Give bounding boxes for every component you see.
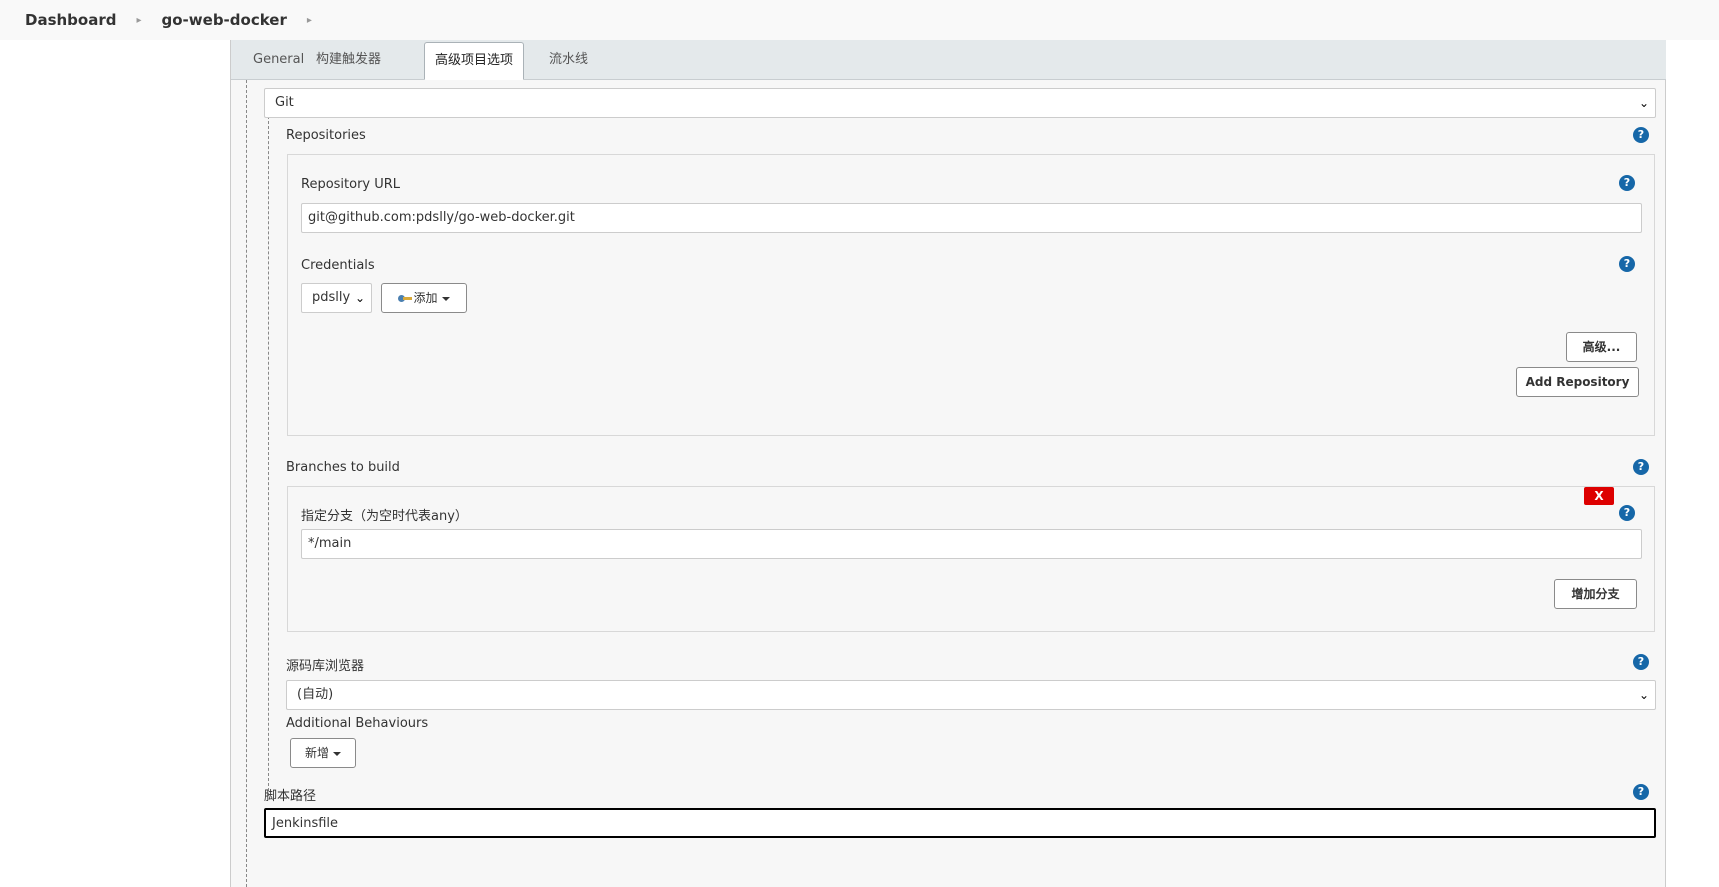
additional-behaviours-label: Additional Behaviours <box>286 716 429 731</box>
breadcrumb: Dashboard ▸ go-web-docker ▸ <box>0 0 1719 40</box>
delete-branch-button[interactable]: X <box>1584 487 1614 505</box>
help-icon[interactable]: ? <box>1633 127 1649 143</box>
breadcrumb-separator-icon[interactable]: ▸ <box>307 15 312 26</box>
credentials-select-value: pdslly <box>312 290 351 305</box>
section-guide-line <box>268 116 269 796</box>
scm-select[interactable]: Git ⌄ <box>264 88 1656 118</box>
help-icon[interactable]: ? <box>1619 505 1635 521</box>
caret-down-icon <box>441 296 450 301</box>
help-icon[interactable]: ? <box>1633 459 1649 475</box>
branch-specifier-label: 指定分支（为空时代表any） <box>301 509 468 524</box>
tab-advanced-project-options[interactable]: 高级项目选项 <box>424 42 525 80</box>
breadcrumb-dashboard[interactable]: Dashboard <box>25 11 116 29</box>
chevron-down-icon: ⌄ <box>354 291 365 305</box>
repository-url-label: Repository URL <box>301 177 401 192</box>
config-tab-bar: General 构建触发器 高级项目选项 流水线 <box>231 40 1666 80</box>
repository-url-input[interactable]: git@github.com:pdslly/go-web-docker.git <box>301 203 1642 233</box>
add-credentials-label: 添加 <box>413 291 438 305</box>
chevron-down-icon: ⌄ <box>1638 688 1649 702</box>
help-icon[interactable]: ? <box>1619 175 1635 191</box>
breadcrumb-project[interactable]: go-web-docker <box>162 11 287 29</box>
credentials-select[interactable]: pdslly ⌄ <box>301 283 372 313</box>
scm-select-value: Git <box>275 95 294 110</box>
repository-browser-label: 源码库浏览器 <box>286 659 365 674</box>
repository-panel: Repository URL ? git@github.com:pdslly/g… <box>287 154 1655 436</box>
caret-down-icon <box>333 751 341 756</box>
key-icon <box>398 294 413 303</box>
tab-pipeline[interactable]: 流水线 <box>539 42 598 80</box>
help-icon[interactable]: ? <box>1633 784 1649 800</box>
branches-label: Branches to build <box>286 460 400 475</box>
repository-browser-select[interactable]: (自动) ⌄ <box>286 680 1656 710</box>
add-behaviour-button[interactable]: 新增 <box>290 738 356 768</box>
chevron-down-icon: ⌄ <box>1638 96 1649 110</box>
add-credentials-button[interactable]: 添加 <box>381 283 467 313</box>
repository-browser-value: (自动) <box>297 687 334 702</box>
branch-panel: X 指定分支（为空时代表any） ? */main 增加分支 <box>287 486 1655 632</box>
help-icon[interactable]: ? <box>1619 256 1635 272</box>
branch-specifier-input[interactable]: */main <box>301 529 1642 559</box>
advanced-button[interactable]: 高级... <box>1566 332 1637 362</box>
add-behaviour-label: 新增 <box>304 746 329 760</box>
credentials-label: Credentials <box>301 258 375 273</box>
script-path-input[interactable]: Jenkinsfile <box>264 808 1656 838</box>
breadcrumb-separator-icon[interactable]: ▸ <box>136 15 141 26</box>
script-path-label: 脚本路径 <box>264 789 317 804</box>
tab-general[interactable]: General <box>243 42 314 80</box>
add-repository-button[interactable]: Add Repository <box>1516 367 1639 397</box>
add-branch-button[interactable]: 增加分支 <box>1554 579 1637 609</box>
repositories-label: Repositories <box>286 128 366 143</box>
section-guide-line <box>246 80 247 887</box>
config-main-panel: General 构建触发器 高级项目选项 流水线 Git ⌄ Repositor… <box>230 40 1666 887</box>
tab-build-triggers[interactable]: 构建触发器 <box>306 42 391 80</box>
help-icon[interactable]: ? <box>1633 654 1649 670</box>
